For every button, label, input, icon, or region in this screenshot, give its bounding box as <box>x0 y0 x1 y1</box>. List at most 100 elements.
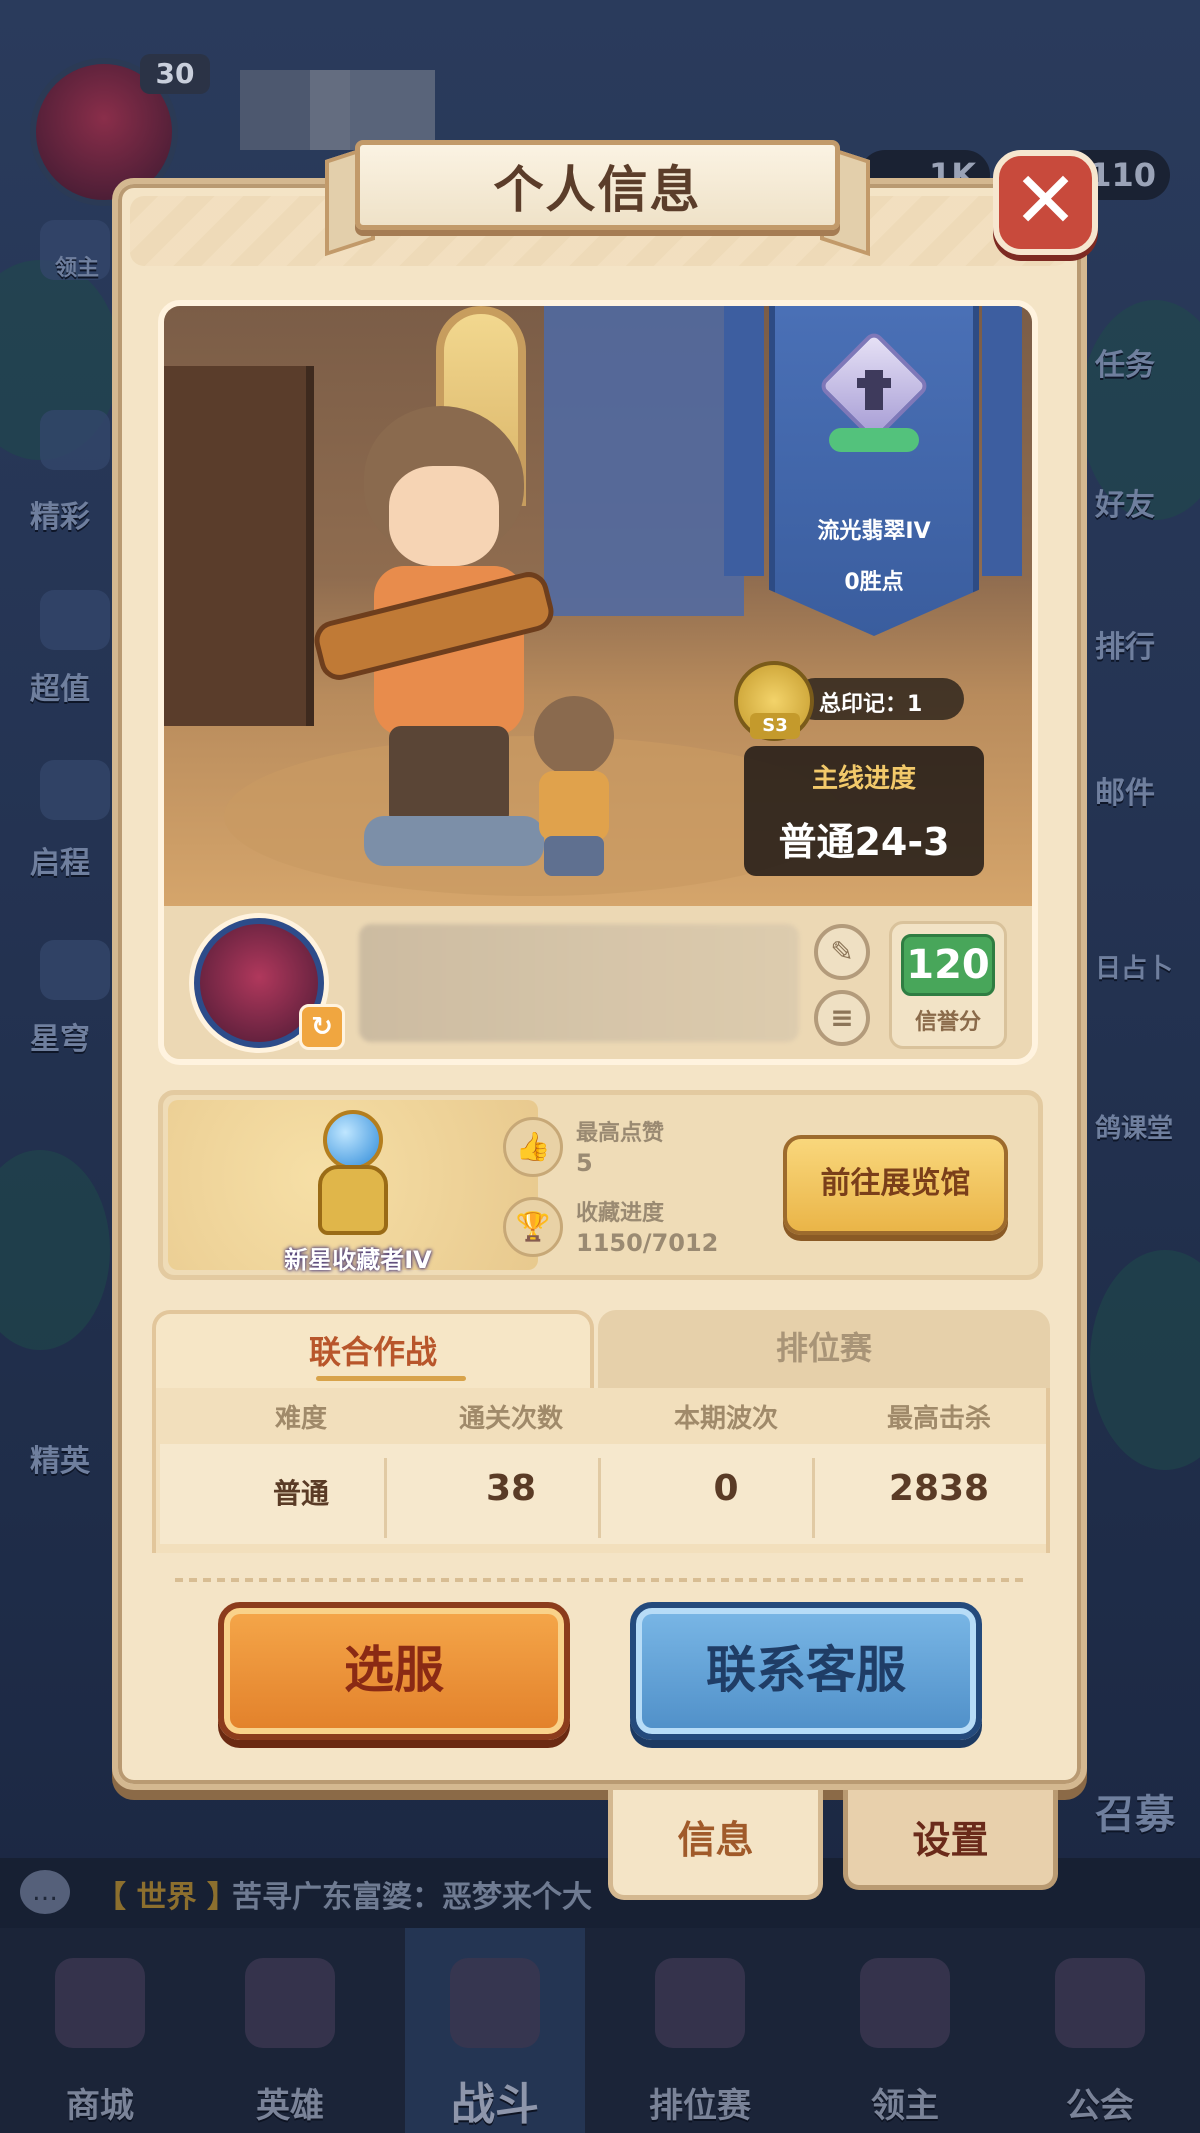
guild-icon <box>1055 1958 1145 2048</box>
banner-tail <box>724 306 764 576</box>
close-button[interactable]: ✕ <box>993 150 1098 255</box>
avatar-switch-icon[interactable]: ↻ <box>299 1004 345 1050</box>
side-label-friends[interactable]: 好友 <box>1095 480 1155 524</box>
hero-face <box>389 466 499 566</box>
side-label-deals[interactable]: 超值 <box>30 664 90 708</box>
blurred-name-block <box>310 70 435 150</box>
event-icon[interactable] <box>40 410 110 470</box>
signature-icon[interactable]: ≡ <box>814 990 870 1046</box>
select-server-button[interactable]: 选服 <box>218 1602 570 1740</box>
nav-label: 英雄 <box>256 2086 324 2126</box>
seal-total: 总印记：1 <box>819 692 923 717</box>
shop-icon <box>55 1958 145 2048</box>
table-header: 本期波次 <box>673 1404 778 1434</box>
panel-title: 个人信息 <box>493 161 702 219</box>
player-level-badge: 30 <box>140 54 210 94</box>
trophy-stand <box>318 1165 388 1235</box>
emblem-cross <box>865 370 883 410</box>
cell-wave: 0 <box>713 1468 739 1509</box>
season-tag: S3 <box>750 713 800 739</box>
battle-stats-table: 难度 通关次数 本期波次 最高击杀 普通 38 0 2838 <box>152 1388 1050 1553</box>
tab-info[interactable]: 信息 <box>608 1790 823 1900</box>
table-header: 通关次数 <box>458 1404 563 1434</box>
hero-card-icon <box>245 1958 335 2048</box>
rank-name: 流光翡翠IV <box>817 519 931 544</box>
rank-points: 0胜点 <box>844 570 904 595</box>
nav-label: 战斗 <box>451 2079 539 2130</box>
tab-ranked[interactable]: 排位赛 <box>598 1310 1050 1390</box>
nav-label: 商城 <box>66 2086 134 2126</box>
nav-label: 公会 <box>1066 2086 1134 2126</box>
side-label-journey[interactable]: 启程 <box>30 838 90 882</box>
nav-lord[interactable]: 领主 <box>815 1928 995 2133</box>
credit-score-value: 120 <box>901 934 995 996</box>
trophy-cup-icon: 🏆 <box>503 1197 563 1257</box>
nav-ranked[interactable]: 排位赛 <box>610 1928 790 2133</box>
table-header: 最高击杀 <box>886 1404 991 1434</box>
tree <box>1090 1250 1200 1470</box>
nav-shop[interactable]: 商城 <box>10 1928 190 2133</box>
collection-section: 新星收藏者IV 👍 最高点赞 5 🏆 收藏进度 1150/7012 前往展览馆 <box>158 1090 1043 1280</box>
side-label-starry[interactable]: 星穹 <box>30 1014 90 1058</box>
hero-showcase: 流光翡翠IV 0胜点 S3 总印记：1 主线进度 普通24-3 ↻ ✎ ≡ 12… <box>158 300 1038 1065</box>
season-seal-icon: S3 <box>734 661 814 741</box>
blurred-player-info <box>359 924 799 1042</box>
mode-tabs: 联合作战 排位赛 <box>152 1310 1050 1390</box>
tab-underline <box>316 1376 466 1381</box>
chat-channel-tag: 【 世界 】 <box>96 1880 237 1915</box>
side-label-elite[interactable]: 精英 <box>30 1436 90 1480</box>
castle-banner-icon <box>860 1958 950 2048</box>
cell-max-kills: 2838 <box>888 1468 990 1509</box>
chibi-head <box>534 696 614 776</box>
hero-shorts <box>389 726 509 826</box>
chat-message: 苦寻广东富婆：恶梦来个大 <box>232 1880 592 1915</box>
side-label-events[interactable]: 精彩 <box>30 492 90 536</box>
main-progress-value: 普通24-3 <box>778 820 950 864</box>
nav-label: 领主 <box>871 2086 939 2126</box>
cell-difficulty: 普通 <box>272 1477 329 1510</box>
thumbs-up-icon: 👍 <box>503 1117 563 1177</box>
rank-emblem-icon <box>817 329 931 456</box>
deal-icon[interactable] <box>40 590 110 650</box>
table-header: 难度 <box>274 1404 327 1434</box>
side-label-fortune[interactable]: 日占卜 <box>1095 948 1173 985</box>
side-label-mail[interactable]: 邮件 <box>1095 768 1155 812</box>
nav-battle[interactable]: 战斗 <box>405 1928 585 2133</box>
chat-bubble-icon[interactable]: … <box>20 1870 70 1914</box>
bottom-navigation: 商城 英雄 战斗 排位赛 领主 公会 <box>0 1928 1200 2133</box>
side-label-class[interactable]: 鸽课堂 <box>1095 1108 1173 1145</box>
collection-progress-label: 收藏进度 <box>576 1201 665 1226</box>
collector-trophy-icon <box>298 1110 408 1240</box>
nav-guild[interactable]: 公会 <box>1010 1928 1190 2133</box>
cell-clears: 38 <box>485 1468 537 1509</box>
tab-settings[interactable]: 设置 <box>843 1790 1058 1890</box>
edit-quill-icon[interactable]: ✎ <box>814 924 870 980</box>
collection-progress-value: 1150/7012 <box>576 1229 719 1257</box>
nav-heroes[interactable]: 英雄 <box>200 1928 380 2133</box>
main-progress-label: 主线进度 <box>811 764 916 794</box>
side-label-tasks[interactable]: 任务 <box>1095 340 1155 384</box>
bookshelf <box>164 366 314 726</box>
collector-badge-area: 新星收藏者IV <box>168 1100 538 1274</box>
side-label-lord[interactable]: 领主 <box>55 250 99 282</box>
go-to-gallery-button[interactable]: 前往展览馆 <box>783 1135 1008 1235</box>
star-icon[interactable] <box>40 940 110 1000</box>
nav-label: 排位赛 <box>649 2086 751 2126</box>
profile-row: ↻ ✎ ≡ 120 信誉分 <box>164 906 1032 1059</box>
banner-tail <box>982 306 1022 576</box>
tree <box>0 1150 110 1350</box>
trophy-orb <box>323 1110 383 1170</box>
wings-icon[interactable] <box>40 760 110 820</box>
divider <box>175 1578 1025 1582</box>
hero-scene-illustration: 流光翡翠IV 0胜点 S3 总印记：1 主线进度 普通24-3 <box>164 306 1032 906</box>
tab-coop-battle[interactable]: 联合作战 <box>152 1310 594 1390</box>
tapestry <box>544 306 744 616</box>
credit-score-label: 信誉分 <box>914 1010 981 1035</box>
side-label-recruit[interactable]: 召募 <box>1095 1782 1175 1840</box>
chibi-body <box>539 771 609 841</box>
side-label-ranking[interactable]: 排行 <box>1095 622 1155 666</box>
collector-title: 新星收藏者IV <box>284 1246 432 1274</box>
contact-service-button[interactable]: 联系客服 <box>630 1602 982 1740</box>
likes-value: 5 <box>576 1149 593 1177</box>
emblem-laurel <box>829 428 919 452</box>
